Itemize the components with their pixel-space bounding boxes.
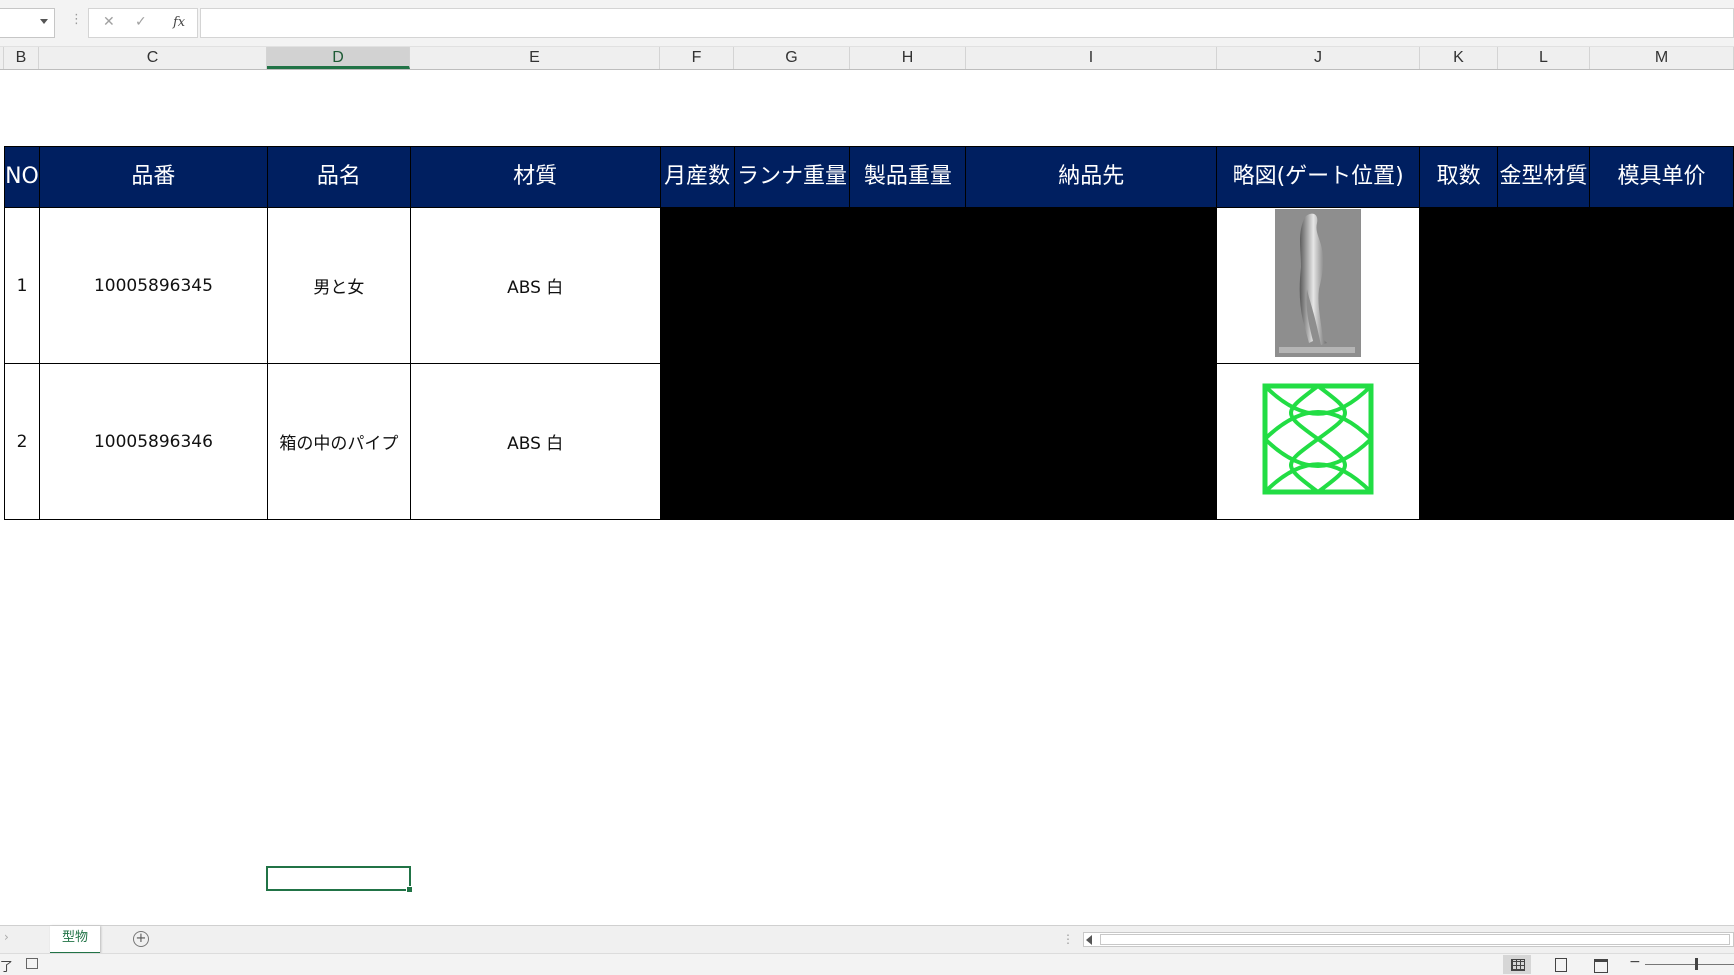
cell-part-name[interactable]: 箱の中のパイプ (266, 363, 411, 520)
header-row: NO 品番 品名 材質 月産数 ランナ重量 製品重量 納品先 略図(ゲート位置)… (4, 146, 1734, 208)
formula-buttons: ✕ ✓ fx (88, 8, 198, 38)
column-header-l[interactable]: L (1498, 47, 1590, 69)
zoom-out-icon[interactable]: − (1629, 954, 1641, 970)
column-headers: B C D E F G H I J K L M (0, 47, 1734, 70)
column-header-h[interactable]: H (850, 47, 966, 69)
header-cell-diagram[interactable]: 略図(ゲート位置) (1216, 146, 1421, 208)
cell-cavities[interactable] (1419, 207, 1499, 364)
header-cell-runner-weight[interactable]: ランナ重量 (733, 146, 851, 208)
status-bar: 了 − (0, 953, 1734, 975)
cell-mold-price[interactable] (1589, 363, 1734, 520)
formula-input[interactable] (200, 8, 1734, 38)
tab-scroll-left-icon[interactable]: › (4, 930, 9, 944)
data-table: NO 品番 品名 材質 月産数 ランナ重量 製品重量 納品先 略図(ゲート位置)… (4, 146, 1734, 520)
cell-part-number[interactable]: 10005896346 (38, 363, 268, 520)
normal-view-button[interactable] (1503, 955, 1531, 974)
formula-bar: ⋮ ✕ ✓ fx (0, 0, 1734, 47)
page-break-view-button[interactable] (1586, 955, 1614, 974)
zoom-slider-thumb[interactable] (1695, 958, 1698, 970)
cell-product-weight[interactable] (849, 207, 967, 364)
header-cell-material[interactable]: 材質 (409, 146, 661, 208)
cell-cavities[interactable] (1419, 363, 1499, 520)
header-cell-no[interactable]: NO (4, 146, 40, 208)
column-header-f[interactable]: F (660, 47, 734, 69)
enter-icon[interactable]: ✓ (135, 14, 147, 30)
header-cell-part-name[interactable]: 品名 (266, 146, 411, 208)
column-header-k[interactable]: K (1420, 47, 1498, 69)
column-header-c[interactable]: C (39, 47, 267, 69)
table-row: 2 10005896346 箱の中のパイプ ABS 白 (4, 363, 1734, 520)
cell-part-number[interactable]: 10005896345 (38, 207, 268, 364)
column-header-i[interactable]: I (966, 47, 1217, 69)
status-text: 了 (0, 960, 14, 975)
lattice-sketch-image[interactable] (1262, 383, 1374, 495)
header-cell-part-number[interactable]: 品番 (38, 146, 268, 208)
sheet-tabs-bar: › 型物 + ⋮ (0, 925, 1734, 954)
active-cell-cursor[interactable] (266, 866, 413, 893)
scroll-split-grip-icon[interactable]: ⋮ (1062, 932, 1074, 946)
cell-mold-material[interactable] (1497, 207, 1591, 364)
horizontal-scrollbar[interactable] (1083, 932, 1734, 947)
column-header-g[interactable]: G (734, 47, 850, 69)
cell-delivery[interactable] (965, 363, 1218, 520)
header-cell-delivery[interactable]: 納品先 (965, 146, 1218, 208)
cell-part-name[interactable]: 男と女 (266, 207, 411, 364)
cell-runner-weight[interactable] (733, 363, 851, 520)
cell-monthly-output[interactable] (659, 207, 735, 364)
column-header-b[interactable]: B (4, 47, 39, 69)
header-cell-cavities[interactable]: 取数 (1419, 146, 1499, 208)
header-cell-mold-price[interactable]: 模具单价 (1589, 146, 1734, 208)
formula-bar-grip-icon[interactable]: ⋮ (70, 12, 83, 27)
scroll-left-arrow-icon[interactable] (1086, 935, 1092, 945)
cell-material[interactable]: ABS 白 (409, 207, 661, 364)
cancel-icon[interactable]: ✕ (103, 14, 115, 30)
name-box[interactable] (0, 8, 55, 38)
column-header-d[interactable]: D (267, 47, 410, 69)
header-cell-monthly-output[interactable]: 月産数 (659, 146, 735, 208)
header-cell-mold-material[interactable]: 金型材質 (1497, 146, 1591, 208)
cell-diagram[interactable] (1216, 363, 1421, 520)
page-layout-view-button[interactable] (1546, 955, 1574, 974)
cell-no[interactable]: 1 (4, 207, 40, 364)
header-cell-product-weight[interactable]: 製品重量 (849, 146, 967, 208)
figure-sketch-image[interactable] (1275, 209, 1362, 357)
cell-no[interactable]: 2 (4, 363, 40, 520)
sheet-tab-active[interactable]: 型物 (50, 926, 100, 954)
cell-product-weight[interactable] (849, 363, 967, 520)
cell-diagram[interactable] (1216, 207, 1421, 364)
name-box-dropdown-icon[interactable] (40, 19, 48, 24)
cell-delivery[interactable] (965, 207, 1218, 364)
column-header-e[interactable]: E (410, 47, 660, 69)
cell-runner-weight[interactable] (733, 207, 851, 364)
zoom-slider-track[interactable] (1645, 964, 1734, 965)
insert-function-icon[interactable]: fx (173, 15, 185, 30)
cell-mold-price[interactable] (1589, 207, 1734, 364)
worksheet-grid[interactable]: NO 品番 品名 材質 月産数 ランナ重量 製品重量 納品先 略図(ゲート位置)… (0, 70, 1734, 925)
table-row: 1 10005896345 男と女 ABS 白 (4, 207, 1734, 364)
cell-monthly-output[interactable] (659, 363, 735, 520)
add-sheet-icon[interactable]: + (133, 931, 149, 947)
cell-material[interactable]: ABS 白 (409, 363, 661, 520)
macro-record-icon[interactable] (26, 958, 38, 969)
column-header-m[interactable]: M (1590, 47, 1734, 69)
cell-mold-material[interactable] (1497, 363, 1591, 520)
column-header-j[interactable]: J (1217, 47, 1420, 69)
scrollbar-thumb[interactable] (1100, 934, 1730, 945)
